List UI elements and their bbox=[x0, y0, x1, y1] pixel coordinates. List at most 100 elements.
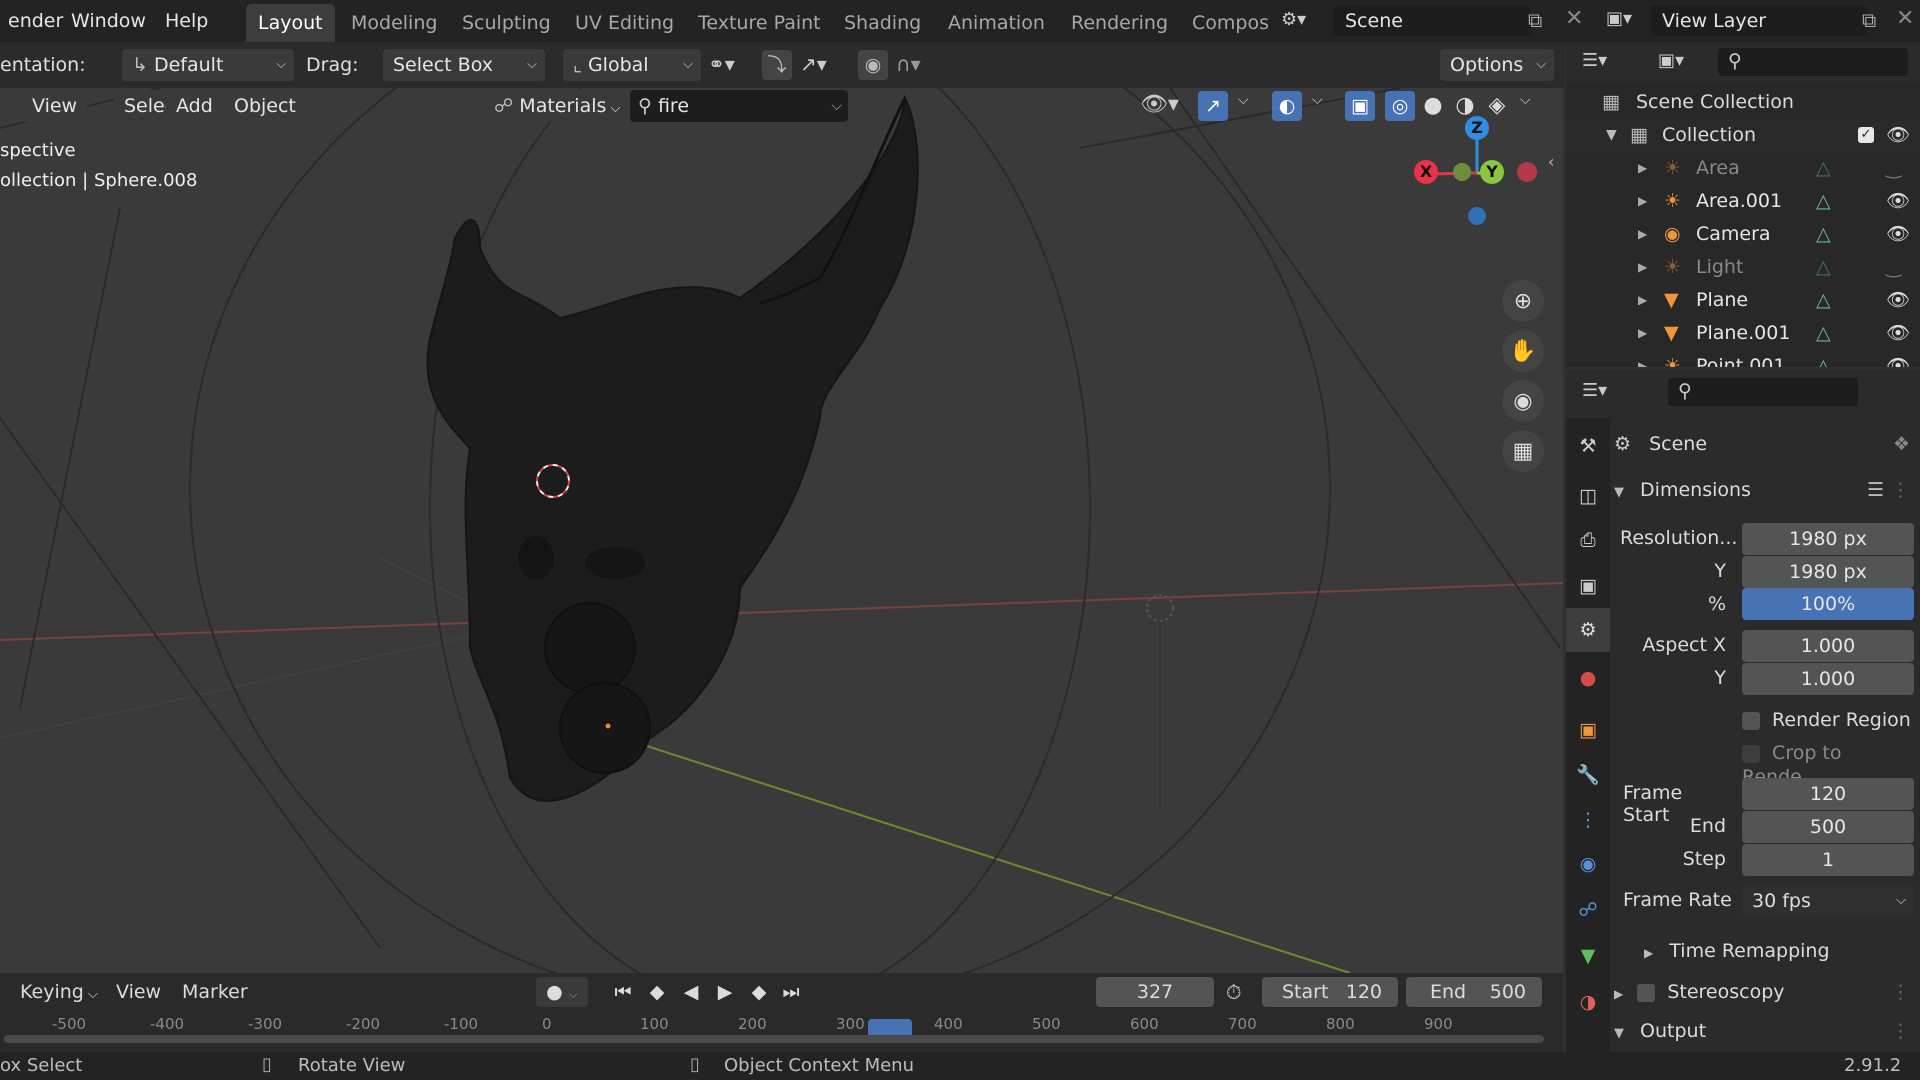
aspect-y-field[interactable]: 1.000 bbox=[1742, 663, 1914, 695]
scene-tab-icon[interactable]: ⚙ bbox=[1566, 608, 1610, 652]
resolution-percent-field[interactable]: 100% bbox=[1742, 588, 1914, 620]
menu-add[interactable]: Add bbox=[166, 90, 223, 122]
outliner-item[interactable]: ▶ ☀ Light △ ‿ bbox=[1566, 251, 1920, 284]
eye-icon[interactable]: 👁 bbox=[1886, 350, 1910, 367]
tab-uv-editing[interactable]: UV Editing bbox=[563, 4, 686, 42]
particles-tab-icon[interactable]: ⋮ bbox=[1566, 798, 1610, 842]
drag-dropdown[interactable]: Select Box ⌵ bbox=[383, 49, 545, 81]
expand-icon[interactable]: ▶ bbox=[1638, 251, 1647, 284]
tab-sculpting[interactable]: Sculpting bbox=[450, 4, 563, 42]
keying-menu[interactable]: Keying ⌵ bbox=[0, 977, 102, 1007]
eye-icon[interactable]: 👁 bbox=[1886, 119, 1910, 152]
sidebar-toggle-icon[interactable]: ‹ bbox=[1548, 152, 1554, 171]
tab-shading[interactable]: Shading bbox=[832, 4, 933, 42]
menu-window[interactable]: Window bbox=[63, 4, 154, 38]
end-frame-field[interactable]: End 500 bbox=[1406, 977, 1542, 1007]
object-data-icon[interactable]: △ bbox=[1816, 152, 1831, 185]
drag-handle-icon[interactable]: ⋮ bbox=[1891, 1015, 1910, 1047]
properties-search-input[interactable]: ⚲ bbox=[1668, 378, 1858, 406]
frame-end-field[interactable]: 500 bbox=[1742, 811, 1914, 843]
solid-shading-icon[interactable]: ● bbox=[1419, 91, 1447, 121]
view-layer-field[interactable]: View Layer bbox=[1650, 6, 1868, 36]
world-tab-icon[interactable]: ● bbox=[1566, 656, 1610, 700]
materials-dropdown[interactable]: ☍ Materials ⌵ bbox=[486, 90, 626, 122]
snap-icon[interactable]: ⤵ bbox=[762, 50, 792, 80]
close-view-layer-icon[interactable]: ✕ bbox=[1896, 6, 1914, 31]
menu-object[interactable]: Object bbox=[224, 90, 306, 122]
falloff-icon[interactable]: ∩▾ bbox=[896, 52, 921, 76]
render-region-checkbox[interactable] bbox=[1742, 711, 1760, 730]
pan-hand-icon[interactable]: ✋ bbox=[1502, 330, 1544, 372]
timeline-scrollbar[interactable] bbox=[4, 1035, 1544, 1043]
expand-icon[interactable]: ▶ bbox=[1638, 152, 1647, 185]
chevron-down-icon[interactable]: ⌵ bbox=[1238, 92, 1249, 108]
collection-checkbox[interactable]: ✓ bbox=[1858, 127, 1874, 143]
data-tab-icon[interactable]: ▼ bbox=[1566, 934, 1610, 978]
pivot-icon[interactable]: ⚭▾ bbox=[708, 52, 735, 76]
time-remapping-row[interactable]: ▶ Time Remapping bbox=[1644, 937, 1830, 965]
tab-compositing[interactable]: Compos bbox=[1180, 4, 1284, 42]
object-data-icon[interactable]: △ bbox=[1816, 185, 1831, 218]
constraints-tab-icon[interactable]: ☍ bbox=[1566, 888, 1610, 932]
timeline-view-menu[interactable]: View bbox=[116, 977, 161, 1007]
resolution-y-field[interactable]: 1980 px bbox=[1742, 556, 1914, 588]
expand-icon[interactable]: ▶ bbox=[1638, 350, 1647, 367]
eye-icon[interactable]: 👁 bbox=[1886, 218, 1910, 251]
object-data-icon[interactable]: △ bbox=[1816, 317, 1831, 350]
scene-browse-icon[interactable]: ⚙▾ bbox=[1281, 9, 1323, 33]
outliner-item[interactable]: ▶ ▼ Plane △ 👁 bbox=[1566, 284, 1920, 317]
close-scene-icon[interactable]: ✕ bbox=[1565, 6, 1583, 31]
proportional-edit-icon[interactable]: ◉ bbox=[858, 50, 888, 80]
transform-orientation-dropdown[interactable]: ⌞ Global ⌵ bbox=[563, 49, 701, 81]
outliner-item[interactable]: ▶ ◉ Camera △ 👁 bbox=[1566, 218, 1920, 251]
expand-icon[interactable]: ▶ bbox=[1638, 218, 1647, 251]
tab-modeling[interactable]: Modeling bbox=[339, 4, 449, 42]
eye-closed-icon[interactable]: ‿ bbox=[1886, 152, 1901, 185]
material-search[interactable]: ⚲ fire ⌵ bbox=[630, 90, 848, 122]
render-tab-icon[interactable]: ◫ bbox=[1566, 474, 1610, 518]
dimensions-panel-header[interactable]: ▼ Dimensions ☰ ⋮ bbox=[1614, 474, 1914, 506]
filter-icon[interactable]: ▣▾ bbox=[1658, 50, 1684, 71]
object-data-icon[interactable]: △ bbox=[1816, 251, 1831, 284]
crop-row[interactable]: Crop to Rende... bbox=[1742, 741, 1920, 788]
stopwatch-icon[interactable]: ⏱ bbox=[1226, 977, 1242, 1007]
current-frame-field[interactable]: 327 bbox=[1096, 977, 1214, 1007]
eye-closed-icon[interactable]: ‿ bbox=[1886, 251, 1901, 284]
chevron-down-icon[interactable]: ⌵ bbox=[1312, 92, 1323, 108]
stereoscopy-panel-header[interactable]: ▶ Stereoscopy ⋮ bbox=[1614, 976, 1914, 1008]
tab-texture-paint[interactable]: Texture Paint bbox=[686, 4, 833, 42]
stereoscopy-checkbox[interactable] bbox=[1637, 983, 1656, 1002]
object-tab-icon[interactable]: ▣ bbox=[1566, 708, 1610, 752]
physics-tab-icon[interactable]: ◉ bbox=[1566, 842, 1610, 886]
tab-layout[interactable]: Layout bbox=[246, 4, 335, 42]
display-mode-icon[interactable]: ☰▾ bbox=[1582, 50, 1607, 71]
menu-help[interactable]: Help bbox=[157, 4, 216, 38]
outliner-item[interactable]: ▶ ☀ Area △ ‿ bbox=[1566, 152, 1920, 185]
record-button[interactable]: ● ⌵ bbox=[536, 977, 588, 1007]
output-panel-header[interactable]: ▼ Output ⋮ bbox=[1614, 1015, 1914, 1047]
outliner-item[interactable]: ▶ ☀ Area.001 △ 👁 bbox=[1566, 185, 1920, 218]
gizmo-y[interactable]: Y bbox=[1480, 160, 1504, 184]
render-region-row[interactable]: Render Region bbox=[1742, 708, 1911, 732]
timeline-ruler[interactable]: -500 -400 -300 -200 -100 0 100 200 300 400 500 600 7… bbox=[0, 1015, 1563, 1037]
collection-row[interactable]: ▼ ▦ Collection ✓ 👁 bbox=[1566, 119, 1920, 152]
material-tab-icon[interactable]: ◑ bbox=[1566, 980, 1610, 1024]
marker-menu[interactable]: Marker bbox=[182, 977, 248, 1007]
camera-view-icon[interactable]: ◉ bbox=[1502, 380, 1544, 422]
editor-type-icon[interactable]: ☰▾ bbox=[1582, 380, 1607, 401]
scene-collection-row[interactable]: ▦ Scene Collection bbox=[1566, 86, 1920, 119]
tab-animation[interactable]: Animation bbox=[936, 4, 1057, 42]
tab-rendering[interactable]: Rendering bbox=[1059, 4, 1180, 42]
jump-start-icon[interactable]: ⏮ bbox=[608, 977, 638, 1007]
object-data-icon[interactable]: △ bbox=[1816, 350, 1831, 367]
new-scene-icon[interactable]: ⧉ bbox=[1528, 8, 1542, 32]
chevron-down-icon[interactable]: ⌵ bbox=[1520, 92, 1531, 108]
visibility-icon[interactable]: 👁▾ bbox=[1140, 92, 1179, 117]
presets-icon[interactable]: ☰ bbox=[1867, 474, 1884, 506]
expand-icon[interactable]: ▶ bbox=[1638, 317, 1647, 350]
play-reverse-icon[interactable]: ◀ bbox=[676, 977, 706, 1007]
view-layer-tab-icon[interactable]: ▣ bbox=[1566, 564, 1610, 608]
ortho-grid-icon[interactable]: ▦ bbox=[1502, 430, 1544, 472]
next-keyframe-icon[interactable]: ◆ bbox=[744, 977, 774, 1007]
drag-handle-icon[interactable]: ⋮ bbox=[1891, 474, 1910, 506]
